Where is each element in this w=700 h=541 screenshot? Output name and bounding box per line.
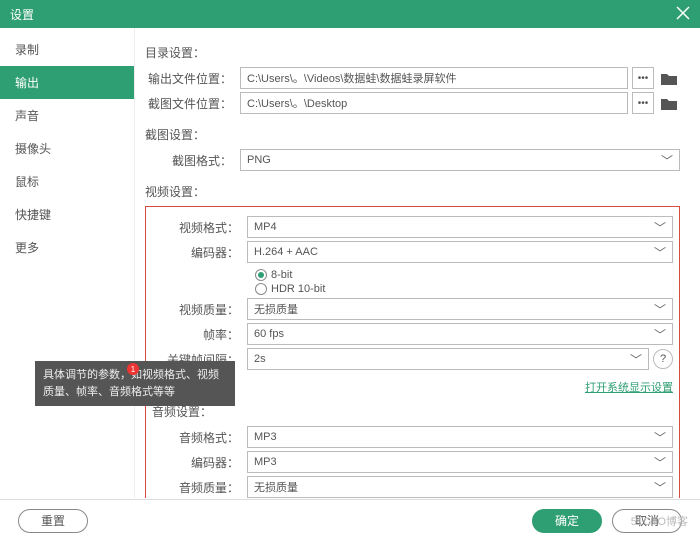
section-dir-title: 目录设置： bbox=[145, 44, 680, 61]
cancel-button[interactable]: 取消 bbox=[612, 509, 682, 533]
sidebar-item-more[interactable]: 更多 bbox=[0, 231, 134, 264]
screenshot-format-select[interactable]: PNG ﹀ bbox=[240, 149, 680, 171]
video-codec-value: H.264 + AAC bbox=[254, 246, 318, 258]
video-codec-select[interactable]: H.264 + AAC ﹀ bbox=[247, 241, 673, 263]
section-screenshot-title: 截图设置： bbox=[145, 126, 680, 143]
sidebar-item-camera[interactable]: 摄像头 bbox=[0, 132, 134, 165]
video-quality-label: 视频质量： bbox=[152, 301, 247, 318]
folder-icon[interactable] bbox=[658, 67, 680, 89]
keyframe-label: 关键帧间隔： bbox=[152, 351, 247, 368]
screenshot-path-input[interactable]: C:\Users\。\Desktop bbox=[240, 92, 628, 114]
sidebar-item-output[interactable]: 输出 bbox=[0, 66, 134, 99]
audio-format-value: MP3 bbox=[254, 431, 277, 443]
screenshot-path-label: 截图文件位置： bbox=[145, 95, 240, 112]
keyframe-value: 2s bbox=[254, 353, 266, 365]
video-format-label: 视频格式： bbox=[152, 219, 247, 236]
chevron-down-icon: ﹀ bbox=[630, 351, 642, 368]
chevron-down-icon: ﹀ bbox=[654, 454, 666, 471]
section-audio-title: 音频设置： bbox=[152, 403, 673, 420]
output-path-input[interactable]: C:\Users\。\Videos\数据蛙\数据蛙录屏软件 bbox=[240, 67, 628, 89]
chevron-down-icon: ﹀ bbox=[654, 219, 666, 236]
ok-button[interactable]: 确定 bbox=[532, 509, 602, 533]
screenshot-path-browse-button[interactable]: ••• bbox=[632, 92, 654, 114]
chevron-down-icon: ﹀ bbox=[654, 326, 666, 343]
video-format-value: MP4 bbox=[254, 221, 277, 233]
fps-value: 60 fps bbox=[254, 328, 284, 340]
video-quality-select[interactable]: 无损质量 ﹀ bbox=[247, 298, 673, 320]
keyframe-select[interactable]: 2s ﹀ bbox=[247, 348, 649, 370]
chevron-down-icon: ﹀ bbox=[654, 301, 666, 318]
output-path-value: C:\Users\。\Videos\数据蛙\数据蛙录屏软件 bbox=[247, 70, 456, 86]
bit-depth-hdr-label: HDR 10-bit bbox=[271, 283, 325, 295]
sidebar-item-audio[interactable]: 声音 bbox=[0, 99, 134, 132]
audio-codec-select[interactable]: MP3 ﹀ bbox=[247, 451, 673, 473]
audio-format-select[interactable]: MP3 ﹀ bbox=[247, 426, 673, 448]
sidebar-item-record[interactable]: 录制 bbox=[0, 33, 134, 66]
sidebar-item-mouse[interactable]: 鼠标 bbox=[0, 165, 134, 198]
reset-button[interactable]: 重置 bbox=[18, 509, 88, 533]
audio-quality-select[interactable]: 无损质量 ﹀ bbox=[247, 476, 673, 498]
chevron-down-icon: ﹀ bbox=[654, 479, 666, 496]
output-path-label: 输出文件位置： bbox=[145, 70, 240, 87]
audio-format-label: 音频格式： bbox=[152, 429, 247, 446]
screenshot-format-value: PNG bbox=[247, 154, 271, 166]
audio-quality-label: 音频质量： bbox=[152, 479, 247, 496]
audio-codec-value: MP3 bbox=[254, 456, 277, 468]
audio-codec-label: 编码器： bbox=[152, 454, 247, 471]
fps-label: 帧率： bbox=[152, 326, 247, 343]
chevron-down-icon: ﹀ bbox=[661, 152, 673, 169]
section-video-title: 视频设置： bbox=[145, 183, 680, 200]
window-title: 设置 bbox=[10, 6, 34, 23]
chevron-down-icon: ﹀ bbox=[654, 429, 666, 446]
tooltip-badge: 1 bbox=[127, 363, 139, 375]
bit-depth-8bit-radio[interactable] bbox=[255, 269, 267, 281]
screenshot-path-value: C:\Users\。\Desktop bbox=[247, 95, 347, 111]
video-format-select[interactable]: MP4 ﹀ bbox=[247, 216, 673, 238]
video-quality-value: 无损质量 bbox=[254, 301, 298, 317]
display-settings-link[interactable]: 打开系统显示设置 bbox=[585, 379, 673, 395]
output-path-browse-button[interactable]: ••• bbox=[632, 67, 654, 89]
sidebar-item-hotkey[interactable]: 快捷键 bbox=[0, 198, 134, 231]
fps-select[interactable]: 60 fps ﹀ bbox=[247, 323, 673, 345]
sidebar: 录制 输出 声音 摄像头 鼠标 快捷键 更多 具体调节的参数，如视频格式、视频质… bbox=[0, 28, 135, 498]
folder-icon[interactable] bbox=[658, 92, 680, 114]
chevron-down-icon: ﹀ bbox=[654, 244, 666, 261]
audio-quality-value: 无损质量 bbox=[254, 479, 298, 495]
help-icon[interactable]: ? bbox=[653, 349, 673, 369]
video-highlight-box: 视频格式： MP4 ﹀ 编码器： H.264 + AAC ﹀ 8-bit HDR 1… bbox=[145, 206, 680, 498]
screenshot-format-label: 截图格式： bbox=[145, 152, 240, 169]
bit-depth-hdr-radio[interactable] bbox=[255, 283, 267, 295]
video-codec-label: 编码器： bbox=[152, 244, 247, 261]
bit-depth-8bit-label: 8-bit bbox=[271, 269, 292, 281]
close-icon[interactable] bbox=[676, 6, 690, 23]
